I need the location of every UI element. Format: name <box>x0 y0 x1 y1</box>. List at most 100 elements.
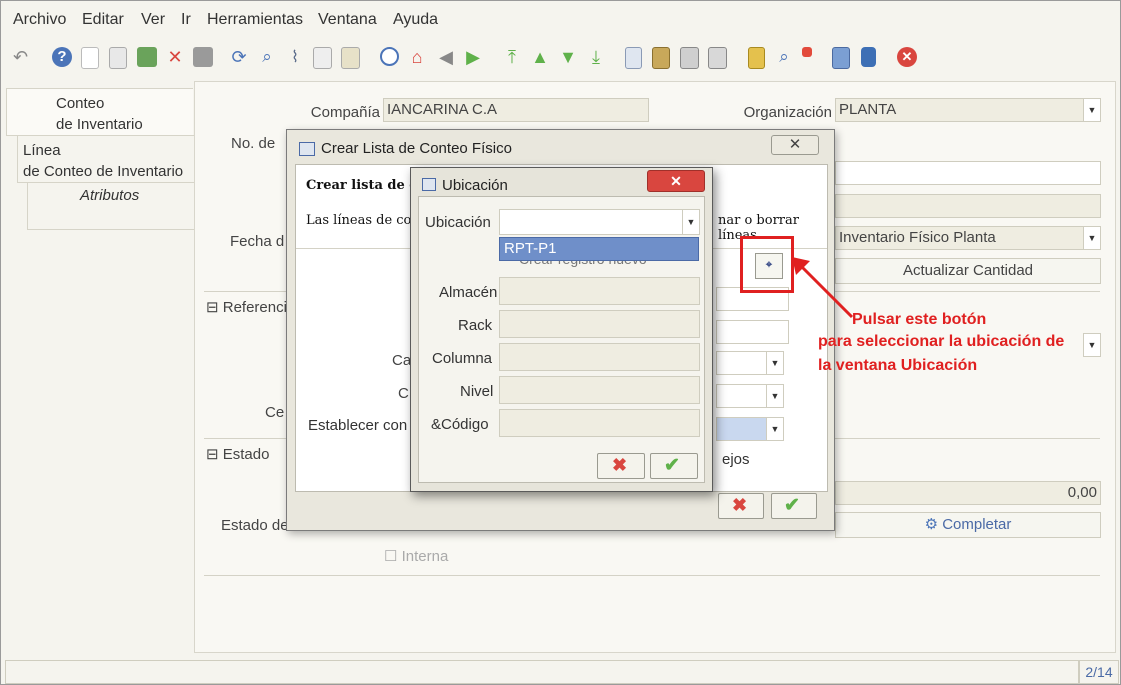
no-documento-label: No. de <box>231 135 276 152</box>
checkmark-icon: ✔ <box>784 495 800 516</box>
first-record-icon[interactable]: ⤒ <box>502 47 522 67</box>
window-icon <box>299 142 315 156</box>
database-icon[interactable] <box>861 47 876 67</box>
save-icon[interactable] <box>137 47 157 67</box>
actualizar-cantidad-button[interactable]: Actualizar Cantidad <box>835 258 1101 284</box>
chevron-down-icon[interactable]: ▼ <box>1083 227 1100 249</box>
refresh-icon[interactable]: ⟳ <box>229 47 249 67</box>
previous-record-icon[interactable]: ▲ <box>530 47 550 67</box>
ubicacion-dropdown[interactable]: ▼ <box>499 209 700 235</box>
completar-button[interactable]: ⚙ Completar <box>835 512 1101 538</box>
close-icon[interactable]: ✕ <box>771 135 819 155</box>
copy-icon[interactable] <box>109 47 127 69</box>
compania-field[interactable]: IANCARINA C.A <box>383 98 649 122</box>
menu-ayuda[interactable]: Ayuda <box>393 11 438 29</box>
referencia-section[interactable]: ⊟ Referenci <box>206 298 287 316</box>
tab-linea-conteo[interactable]: Línea de Conteo de Inventario <box>17 135 205 183</box>
interna-checkbox[interactable]: ☐ Interna <box>384 547 448 565</box>
crear-lista-header: Crear lista de co <box>306 178 426 193</box>
tab-conteo-inventario[interactable]: Conteo de Inventario <box>6 88 193 136</box>
c-label: C <box>398 385 409 402</box>
home-icon[interactable]: ⌂ <box>407 47 427 67</box>
cancel-x-icon: ✖ <box>732 495 748 515</box>
last-record-icon[interactable]: ⤓ <box>586 47 606 67</box>
dialog-dropdown-ca[interactable]: ▼ <box>716 351 784 375</box>
chevron-down-icon[interactable]: ▼ <box>766 385 783 407</box>
chevron-down-icon[interactable]: ▼ <box>1083 333 1101 357</box>
chevron-down-icon[interactable]: ▼ <box>1083 99 1100 121</box>
history-icon[interactable] <box>380 47 399 66</box>
organizacion-dropdown[interactable]: PLANTA ▼ <box>835 98 1101 122</box>
archive-icon[interactable] <box>652 47 670 69</box>
checkmark-icon: ✔ <box>664 455 680 476</box>
establecer-label: Establecer con <box>308 417 408 434</box>
exit-icon[interactable]: ✕ <box>897 47 917 67</box>
inventario-value: Inventario Físico Planta <box>839 229 996 246</box>
referencia-label: Referenci <box>222 299 287 316</box>
chat-icon[interactable] <box>313 47 332 69</box>
ubicacion-field-label: Ubicación <box>425 214 491 231</box>
rack-field[interactable] <box>499 310 700 338</box>
almacen-label: Almacén <box>439 284 498 301</box>
gear-icon: ⚙ <box>924 516 939 533</box>
lock-icon[interactable] <box>748 47 765 69</box>
dialog-dropdown-establecer[interactable]: ▼ <box>716 417 784 441</box>
right-text-field[interactable] <box>835 161 1101 185</box>
chevron-down-icon[interactable]: ▼ <box>766 352 783 374</box>
print-icon[interactable] <box>708 47 727 69</box>
record-pager: 2/14 <box>1079 660 1119 684</box>
find-icon[interactable]: ⌕ <box>257 47 277 67</box>
ubicacion-dialog: Ubicación ✕ Ubicación ▼ Crear registro n… <box>410 167 713 492</box>
menu-ir[interactable]: Ir <box>181 11 191 29</box>
menu-editar[interactable]: Editar <box>82 11 124 29</box>
nivel-field[interactable] <box>499 376 700 404</box>
window-icon <box>422 178 436 191</box>
menu-ventana[interactable]: Ventana <box>318 11 377 29</box>
ok-button[interactable]: ✔ <box>771 493 817 519</box>
status-bar <box>5 660 1079 684</box>
chevron-down-icon[interactable]: ▼ <box>682 210 699 234</box>
estado-section[interactable]: ⊟ Estado <box>206 445 269 463</box>
inventario-dropdown[interactable]: Inventario Físico Planta ▼ <box>835 226 1101 250</box>
delete-icon[interactable]: ✕ <box>165 47 185 67</box>
workflow-icon[interactable] <box>802 47 812 57</box>
organizacion-value: PLANTA <box>839 101 897 118</box>
zoom-across-icon[interactable]: ⌕ <box>774 47 794 67</box>
close-icon[interactable]: ✕ <box>647 170 705 192</box>
almacen-field[interactable] <box>499 277 700 305</box>
back-arrow-icon[interactable]: ◀ <box>436 47 456 67</box>
codigo-field[interactable] <box>499 409 700 437</box>
annotation-highlight-box <box>740 236 794 293</box>
print-preview-icon[interactable] <box>680 47 699 69</box>
undo-icon[interactable]: ↶ <box>13 47 33 67</box>
ok-button[interactable]: ✔ <box>650 453 698 479</box>
next-record-icon[interactable]: ▼ <box>558 47 578 67</box>
annotation-line-1: Pulsar este botón <box>852 311 987 328</box>
cancel-button[interactable]: ✖ <box>597 453 645 479</box>
save-disabled-icon[interactable] <box>193 47 213 67</box>
dialog-field-2[interactable] <box>716 320 789 344</box>
nivel-label: Nivel <box>460 383 494 400</box>
grid-toggle-icon[interactable] <box>341 47 360 69</box>
ca-label: Ca <box>392 352 412 369</box>
annotation-line-3: la ventana Ubicación <box>818 357 978 374</box>
attachment-icon[interactable]: ⌇ <box>285 47 305 67</box>
help-icon[interactable]: ? <box>52 47 72 67</box>
rack-label: Rack <box>458 317 493 334</box>
product-info-icon[interactable] <box>832 47 850 69</box>
report-icon[interactable] <box>625 47 642 69</box>
menu-ver[interactable]: Ver <box>141 11 165 29</box>
new-icon[interactable] <box>81 47 99 69</box>
columna-field[interactable] <box>499 343 700 371</box>
chevron-down-icon[interactable]: ▼ <box>766 418 783 440</box>
forward-arrow-icon[interactable]: ▶ <box>463 47 483 67</box>
ubicacion-title: Ubicación <box>442 177 508 194</box>
dialog-dropdown-c[interactable]: ▼ <box>716 384 784 408</box>
menu-herramientas[interactable]: Herramientas <box>207 11 303 29</box>
ubicacion-body: Ubicación ▼ Crear registro nuevo RPT-P1 … <box>418 196 705 483</box>
menu-archivo[interactable]: Archivo <box>13 11 66 29</box>
tab-atributos[interactable]: Atributos <box>27 182 215 230</box>
cancel-button[interactable]: ✖ <box>718 493 764 519</box>
codigo-label: &Código <box>431 416 489 433</box>
dropdown-option-selected[interactable]: RPT-P1 <box>499 237 699 261</box>
